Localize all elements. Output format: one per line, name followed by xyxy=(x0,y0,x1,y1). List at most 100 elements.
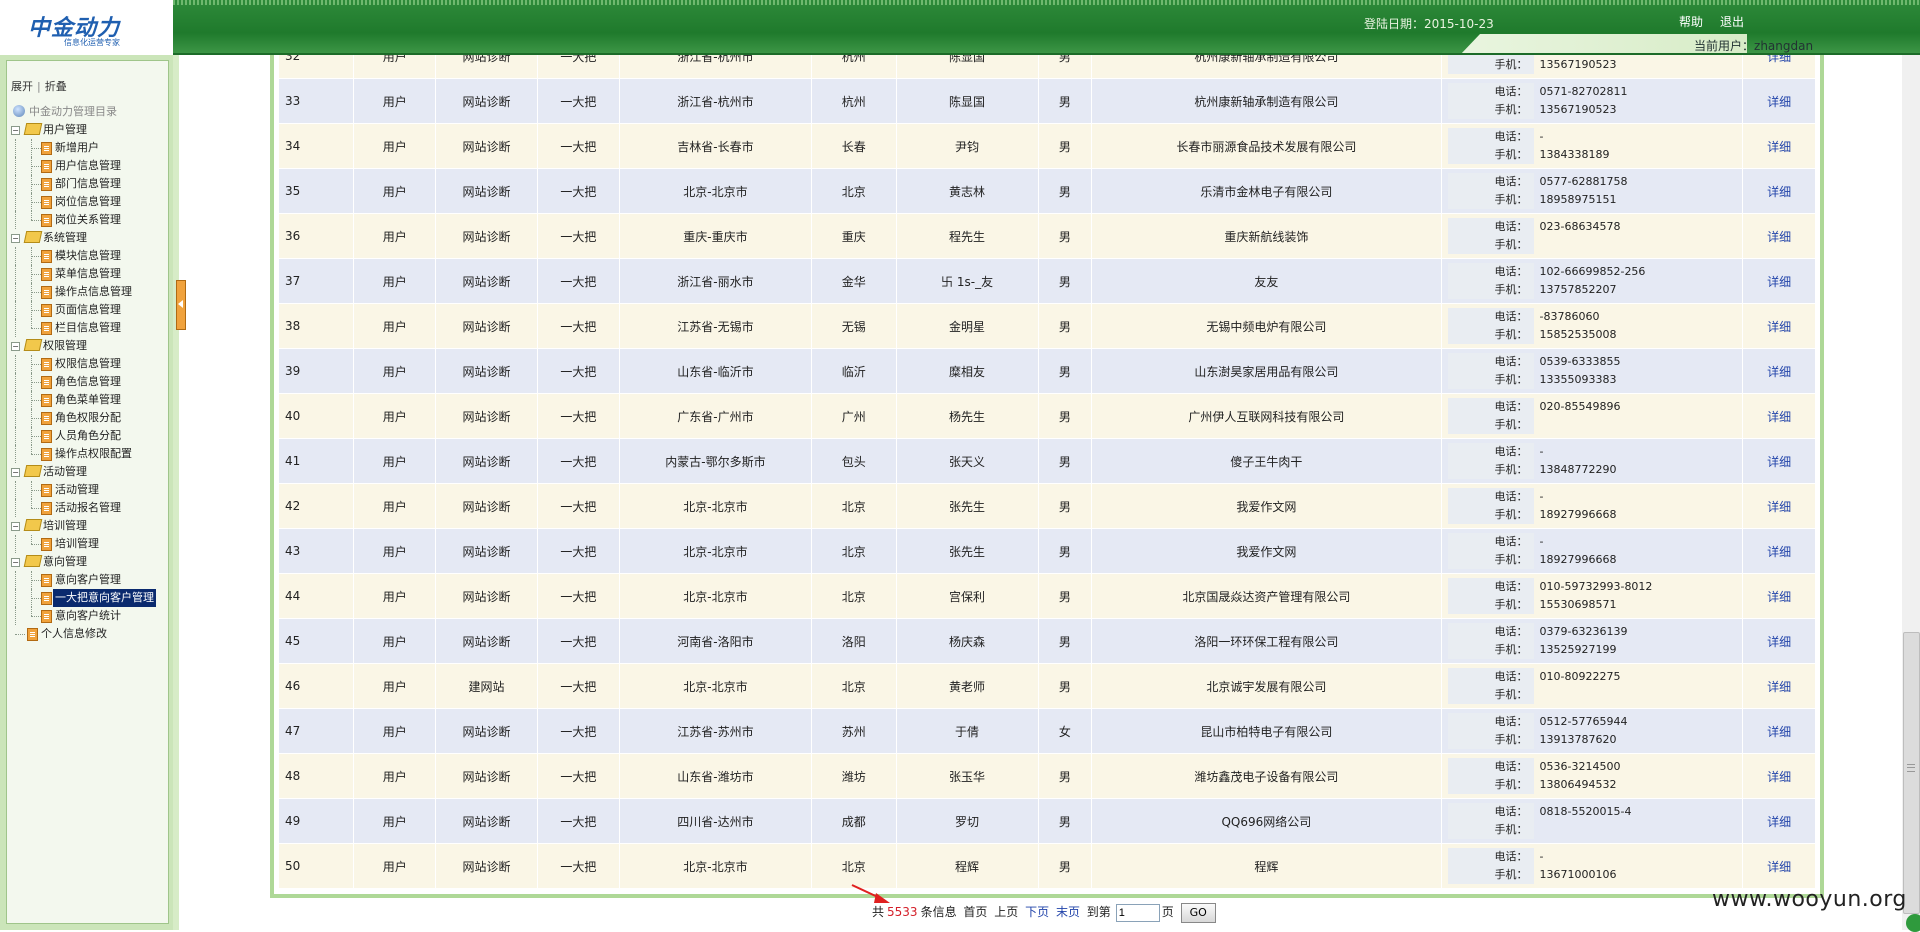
user-type-cell: 用户 xyxy=(353,663,437,709)
phone-label: 电话： xyxy=(1447,398,1534,416)
mobile-label: 手机： xyxy=(1447,416,1534,434)
channel-cell: 一大把 xyxy=(536,393,620,439)
mobile-line: 手机： 13567190523 xyxy=(1442,101,1743,119)
customer-table-body: 32用户网站诊断一大把浙江省-杭州市杭州陈显国男杭州康新轴承制造有限公司电话：手… xyxy=(277,55,1816,889)
collapse-toggle-icon[interactable]: − xyxy=(11,342,20,351)
tree-group-6[interactable]: 意向管理 xyxy=(41,553,89,571)
sidebar-item[interactable]: 岗位信息管理 xyxy=(53,193,123,211)
mobile-line: 手机： 13806494532 xyxy=(1442,776,1743,794)
user-type-cell: 用户 xyxy=(353,528,437,574)
contact-cell: 电话： 102-66699852-256 手机： 13757852207 xyxy=(1440,258,1744,304)
sidebar-item[interactable]: 页面信息管理 xyxy=(53,301,123,319)
sidebar-item[interactable]: 新增用户 xyxy=(53,139,101,157)
row-id-cell: 37 xyxy=(277,258,355,304)
detail-link[interactable]: 详细 xyxy=(1767,815,1791,829)
mobile-line: 手机： 18958975151 xyxy=(1442,191,1743,209)
collapse-sidebar-handle[interactable] xyxy=(176,280,186,330)
sidebar-item[interactable]: 栏目信息管理 xyxy=(53,319,123,337)
sidebar-item[interactable]: 操作点权限配置 xyxy=(53,445,134,463)
table-row: 43 用户 网站诊断 一大把 北京-北京市 北京 张先生男我爱作文网 电话： - 手机： 18927… xyxy=(277,528,1816,574)
channel-cell: 一大把 xyxy=(536,258,620,304)
sidebar-item[interactable]: 活动管理 xyxy=(53,481,101,499)
tree-group-4[interactable]: 活动管理 xyxy=(41,463,89,481)
sidebar-item[interactable]: 部门信息管理 xyxy=(53,175,123,193)
collapse-toggle-icon[interactable]: − xyxy=(11,468,20,477)
sidebar-item[interactable]: 人员角色分配 xyxy=(53,427,123,445)
detail-link[interactable]: 详细 xyxy=(1767,95,1791,109)
logout-link[interactable]: 退出 xyxy=(1720,13,1744,30)
detail-link[interactable]: 详细 xyxy=(1767,55,1791,64)
sidebar-item[interactable]: 角色信息管理 xyxy=(53,373,123,391)
detail-link[interactable]: 详细 xyxy=(1767,320,1791,334)
detail-link[interactable]: 详细 xyxy=(1767,635,1791,649)
tree-group-2[interactable]: 系统管理 xyxy=(41,229,89,247)
tree-branch-line xyxy=(31,166,41,167)
sidebar-item[interactable]: 意向客户统计 xyxy=(53,607,123,625)
detail-link[interactable]: 详细 xyxy=(1767,230,1791,244)
detail-link[interactable]: 详细 xyxy=(1767,770,1791,784)
detail-link[interactable]: 详细 xyxy=(1767,680,1791,694)
channel-cell: 一大把 xyxy=(536,753,620,799)
detail-link[interactable]: 详细 xyxy=(1767,590,1791,604)
help-link[interactable]: 帮助 xyxy=(1679,13,1703,30)
gender-cell: 男 xyxy=(1037,618,1093,664)
detail-link[interactable]: 详细 xyxy=(1767,725,1791,739)
contact-name-cell: 张先生 xyxy=(895,528,1039,574)
detail-cell: 详细 xyxy=(1742,393,1816,439)
sidebar-item[interactable]: 一大把意向客户管理 xyxy=(53,589,156,607)
sidebar-item[interactable]: 操作点信息管理 xyxy=(53,283,134,301)
detail-link[interactable]: 详细 xyxy=(1767,275,1791,289)
detail-link[interactable]: 详细 xyxy=(1767,860,1791,874)
tree-group-1[interactable]: 用户管理 xyxy=(41,121,89,139)
sidebar-item[interactable]: 角色权限分配 xyxy=(53,409,123,427)
scrollbar-thumb[interactable] xyxy=(1903,632,1920,914)
sidebar-item-profile-edit[interactable]: 个人信息修改 xyxy=(39,625,109,643)
phone-value: 0818-5520015-4 xyxy=(1539,805,1632,818)
detail-link[interactable]: 详细 xyxy=(1767,140,1791,154)
document-icon xyxy=(41,322,52,335)
detail-link[interactable]: 详细 xyxy=(1767,545,1791,559)
corner-logo-icon xyxy=(1906,914,1920,932)
sidebar-item[interactable]: 菜单信息管理 xyxy=(53,265,123,283)
company-cell: 傻子王牛肉干 xyxy=(1091,438,1442,484)
sidebar-item[interactable]: 岗位关系管理 xyxy=(53,211,123,229)
folder-icon xyxy=(23,231,43,243)
collapse-toggle-icon[interactable]: − xyxy=(11,558,20,567)
phone-label: 电话： xyxy=(1447,668,1534,686)
contact-name-cell: 黄志林 xyxy=(895,168,1039,214)
sidebar-item[interactable]: 活动报名管理 xyxy=(53,499,123,517)
collapse-toggle-icon[interactable]: − xyxy=(11,234,20,243)
next-page-link[interactable]: 下页 xyxy=(1025,905,1049,919)
expand-all-link[interactable]: 展开 xyxy=(11,80,33,93)
mobile-line: 手机： xyxy=(1442,821,1743,839)
mobile-value xyxy=(1534,686,1540,704)
last-page-link[interactable]: 末页 xyxy=(1056,905,1080,919)
go-button[interactable]: GO xyxy=(1180,902,1216,923)
sidebar-item[interactable]: 用户信息管理 xyxy=(53,157,123,175)
collapse-toggle-icon[interactable]: − xyxy=(11,522,20,531)
detail-link[interactable]: 详细 xyxy=(1767,365,1791,379)
document-icon xyxy=(27,628,38,641)
prev-page-link[interactable]: 上页 xyxy=(994,905,1018,919)
city-cell: 杭州 xyxy=(810,55,897,79)
folder-icon xyxy=(23,123,43,135)
tree-group-3[interactable]: 权限管理 xyxy=(41,337,89,355)
detail-link[interactable]: 详细 xyxy=(1767,185,1791,199)
sidebar-item[interactable]: 权限信息管理 xyxy=(53,355,123,373)
mobile-line: 手机： 13671000106 xyxy=(1442,866,1743,884)
contact-name-cell: 杨先生 xyxy=(895,393,1039,439)
collapse-all-link[interactable]: 折叠 xyxy=(45,80,67,93)
detail-link[interactable]: 详细 xyxy=(1767,410,1791,424)
page-number-input[interactable] xyxy=(1115,903,1160,922)
sidebar-item[interactable]: 培训管理 xyxy=(53,535,101,553)
phone-value: 023-68634578 xyxy=(1539,220,1621,233)
region-cell: 重庆-重庆市 xyxy=(618,213,812,259)
detail-link[interactable]: 详细 xyxy=(1767,455,1791,469)
sidebar-item[interactable]: 模块信息管理 xyxy=(53,247,123,265)
tree-group-5[interactable]: 培训管理 xyxy=(41,517,89,535)
first-page-link[interactable]: 首页 xyxy=(963,905,987,919)
sidebar-item[interactable]: 角色菜单管理 xyxy=(53,391,123,409)
sidebar-item[interactable]: 意向客户管理 xyxy=(53,571,123,589)
collapse-toggle-icon[interactable]: − xyxy=(11,126,20,135)
detail-link[interactable]: 详细 xyxy=(1767,500,1791,514)
